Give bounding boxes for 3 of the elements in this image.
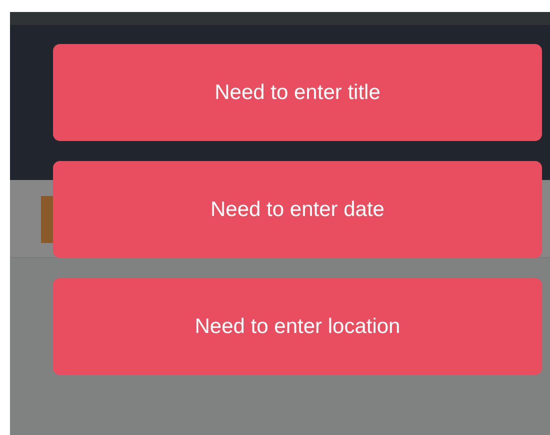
error-toast: Need to enter location bbox=[53, 278, 542, 375]
error-toast: Need to enter date bbox=[53, 161, 542, 258]
error-toast: Need to enter title bbox=[53, 44, 542, 141]
